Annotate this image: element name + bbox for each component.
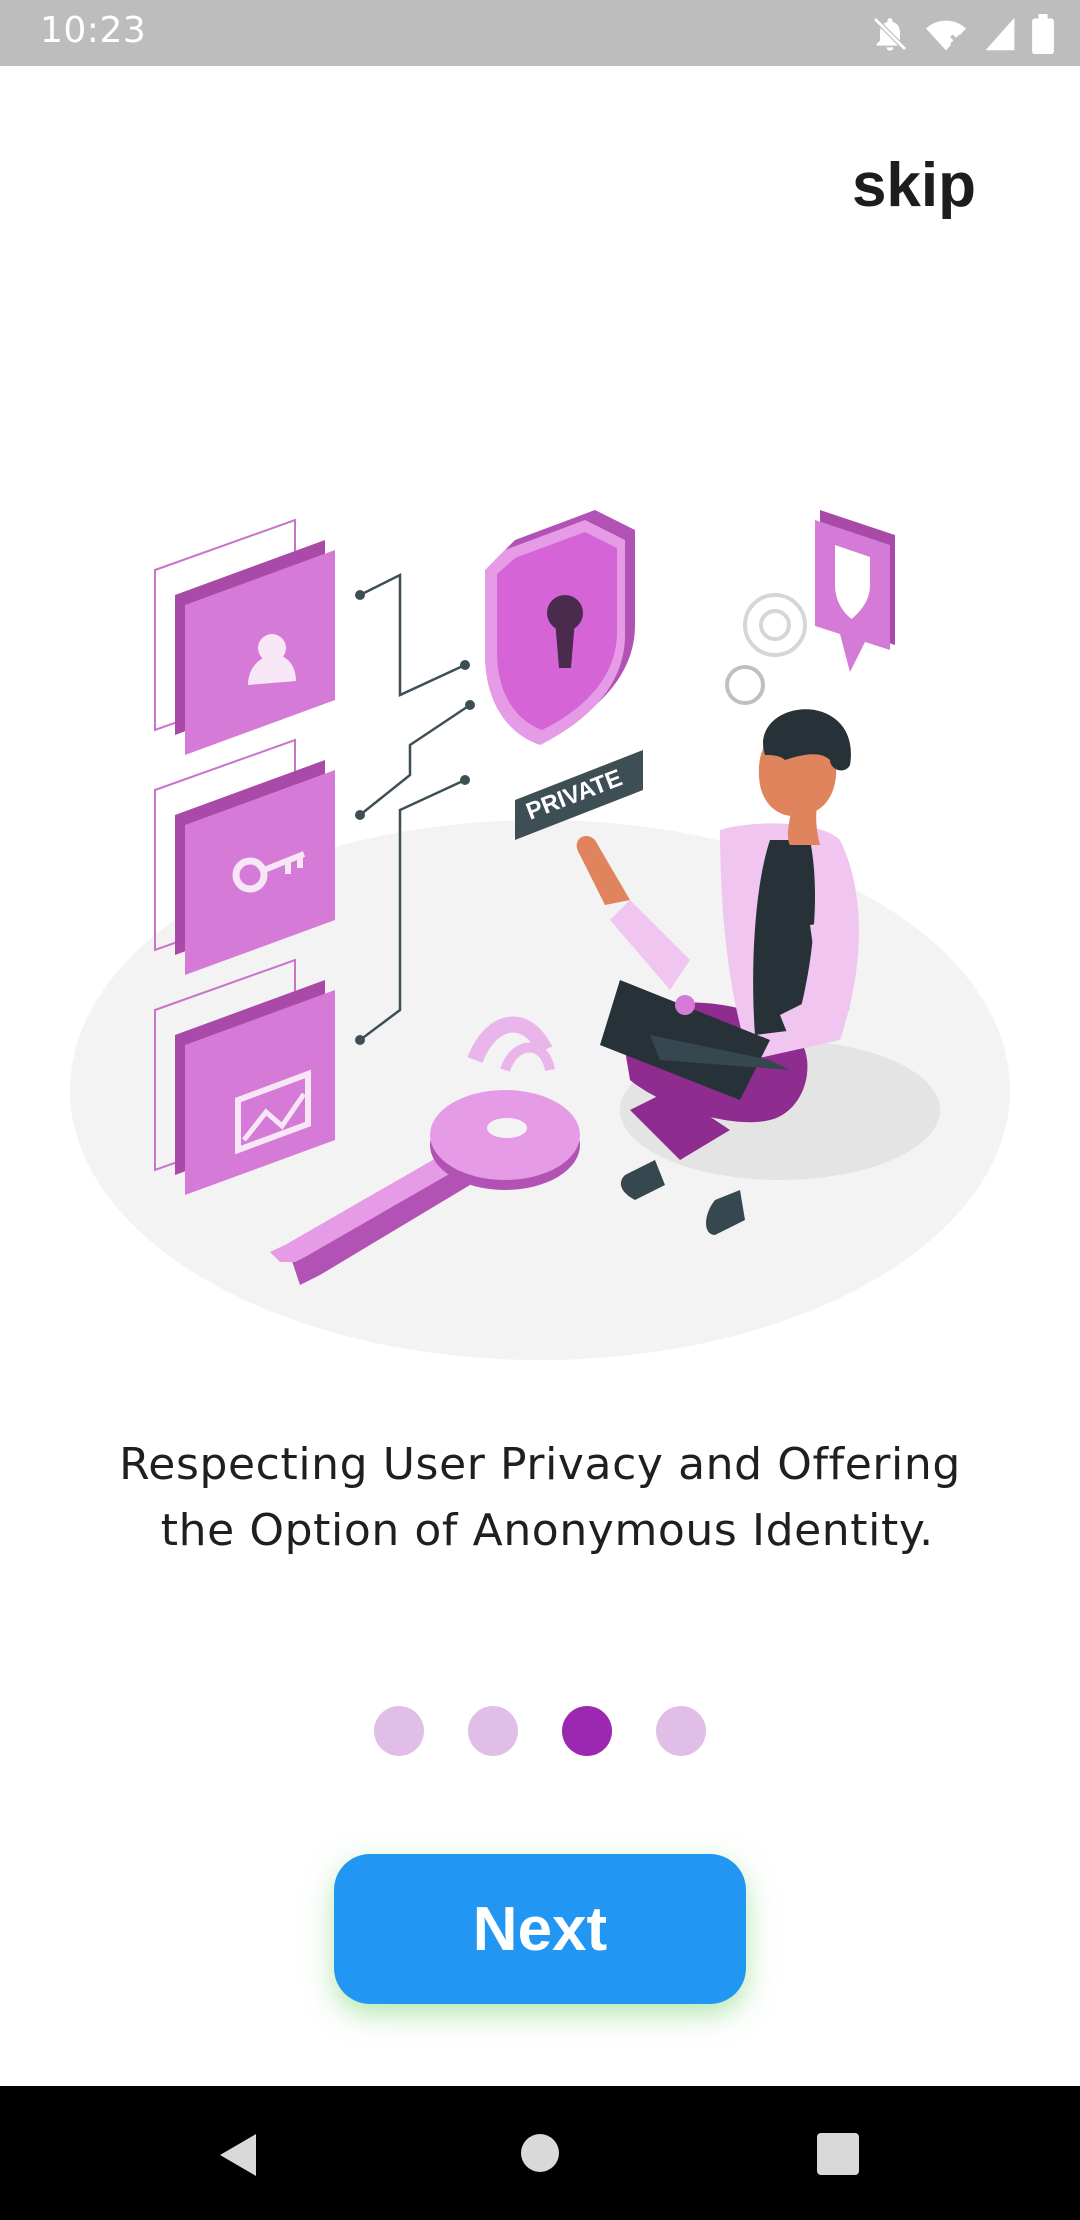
next-button[interactable]: Next bbox=[334, 1854, 746, 2004]
status-time: 10:23 bbox=[40, 10, 147, 51]
gear-icon bbox=[725, 593, 807, 705]
user-folder-icon bbox=[154, 518, 335, 755]
shield-chat-icon bbox=[815, 510, 895, 672]
page-dot-2[interactable] bbox=[468, 1706, 518, 1756]
privacy-illustration: PRIVATE bbox=[60, 500, 1020, 1380]
recents-icon[interactable] bbox=[817, 2133, 859, 2175]
page-dot-4[interactable] bbox=[656, 1706, 706, 1756]
status-bar: 10:23 bbox=[0, 0, 1080, 66]
shield-lock-icon bbox=[485, 510, 635, 745]
wifi-icon bbox=[924, 14, 968, 54]
signal-icon bbox=[982, 14, 1018, 54]
page-indicator bbox=[0, 1706, 1080, 1756]
skip-button[interactable]: skip bbox=[852, 150, 976, 221]
page-dot-3-active[interactable] bbox=[562, 1706, 612, 1756]
status-icons bbox=[870, 14, 1054, 54]
message-line-1: Respecting User Privacy and Offering bbox=[119, 1439, 961, 1490]
back-icon[interactable] bbox=[218, 2132, 258, 2178]
notifications-off-icon bbox=[870, 14, 910, 54]
message-line-2: the Option of Anonymous Identity. bbox=[146, 1505, 934, 1556]
home-icon[interactable] bbox=[521, 2134, 559, 2172]
battery-icon bbox=[1032, 14, 1054, 54]
onboarding-message: Respecting User Privacy and Offering the… bbox=[0, 1432, 1080, 1564]
page-dot-1[interactable] bbox=[374, 1706, 424, 1756]
